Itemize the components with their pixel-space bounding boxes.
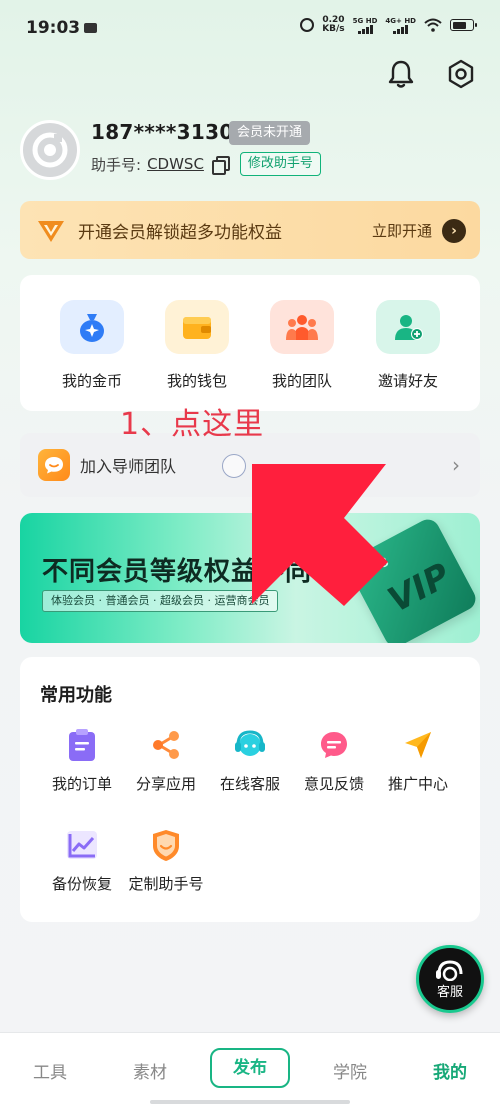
- nav-academy[interactable]: 学院: [310, 1058, 390, 1083]
- notification-icon: [84, 23, 97, 33]
- assistant-id: CDWSC: [147, 155, 204, 173]
- signal-bars-icon: [393, 24, 409, 34]
- bottom-nav: 工具 素材 发布 学院 我的: [0, 1032, 500, 1107]
- signal-4g: 4G+ HD: [385, 17, 416, 34]
- wallet-icon: [165, 300, 229, 354]
- service-label: 客服: [436, 984, 463, 1000]
- member-upgrade-banner[interactable]: 开通会员解锁超多功能权益 立即开通 ›: [20, 201, 480, 259]
- coin-bag-icon: [60, 300, 124, 354]
- nav-publish-button[interactable]: 发布: [210, 1048, 290, 1088]
- vip-diamond-icon: [38, 221, 64, 242]
- annotation-text: 1、点这里: [120, 407, 265, 442]
- bell-icon[interactable]: [385, 58, 417, 90]
- chevron-right-icon[interactable]: ›: [442, 219, 466, 243]
- order-icon: [64, 727, 100, 763]
- net-speed: 0.20 KB/s: [322, 16, 344, 34]
- invite-friend-icon: [376, 300, 440, 354]
- nav-mine[interactable]: 我的: [410, 1058, 490, 1083]
- customer-service-button[interactable]: 客服: [416, 945, 484, 1013]
- promo-subtitle: 体验会员 · 普通会员 · 超级会员 · 运营商会员: [42, 590, 279, 612]
- common-functions-title: 常用功能: [40, 685, 112, 706]
- home-indicator: [150, 1100, 350, 1104]
- modify-assistant-button[interactable]: 修改助手号: [239, 152, 321, 176]
- func-item-share[interactable]: 分享应用: [124, 727, 208, 794]
- member-status-badge: 会员未开通: [229, 121, 311, 145]
- alarm-icon: [300, 18, 315, 32]
- quick-item-invite[interactable]: 邀请好友: [358, 300, 458, 391]
- chevron-right-icon: ›: [452, 453, 460, 477]
- signal-5g: 5G HD: [352, 16, 378, 34]
- avatar-logo-icon: [32, 132, 68, 168]
- quick-item-coins[interactable]: 我的金币: [42, 300, 142, 391]
- battery-icon: [450, 19, 477, 31]
- copy-icon[interactable]: [211, 156, 230, 175]
- open-membership-link[interactable]: 立即开通: [372, 220, 432, 241]
- quick-label-invite: 邀请好友: [377, 372, 438, 390]
- func-label-feedback: 意见反馈: [303, 775, 364, 793]
- status-time: 19:03: [26, 18, 81, 38]
- headset-icon: [232, 727, 268, 763]
- func-item-online-service[interactable]: 在线客服: [208, 727, 292, 794]
- func-label-online-service: 在线客服: [219, 775, 280, 793]
- touch-indicator: [222, 454, 246, 478]
- signal-5g-label: 5G HD: [352, 16, 378, 25]
- func-label-custom-assistant: 定制助手号: [128, 875, 204, 893]
- team-icon: [270, 300, 334, 354]
- assistant-row: 助手号: CDWSC 修改助手号: [91, 152, 321, 176]
- banner-text: 开通会员解锁超多功能权益: [78, 222, 282, 243]
- chat-bubble-icon: [38, 449, 70, 481]
- quick-label-wallet: 我的钱包: [166, 372, 227, 390]
- nav-materials[interactable]: 素材: [110, 1058, 190, 1083]
- quick-label-coins: 我的金币: [61, 372, 122, 390]
- signal-4g-label: 4G+ HD: [385, 16, 416, 25]
- func-item-custom-assistant[interactable]: 定制助手号: [124, 827, 208, 894]
- settings-icon[interactable]: [445, 58, 477, 90]
- common-functions-card: 常用功能 我的订单 分享应用 在线客服 意见反馈 推广中心 备份恢复 定制助手号: [20, 657, 480, 922]
- quick-actions-card: 我的金币 我的钱包 我的团队 邀请好友: [20, 275, 480, 411]
- promotion-icon: [400, 727, 436, 763]
- wifi-icon: [424, 18, 442, 32]
- quick-item-wallet[interactable]: 我的钱包: [147, 300, 247, 391]
- feedback-icon: [316, 727, 352, 763]
- nav-tools[interactable]: 工具: [10, 1058, 90, 1083]
- func-label-promotion: 推广中心: [387, 775, 448, 793]
- quick-label-team: 我的团队: [271, 372, 332, 390]
- annotation-arrow-icon: [252, 464, 388, 606]
- quick-item-team[interactable]: 我的团队: [252, 300, 352, 391]
- func-item-backup[interactable]: 备份恢复: [40, 827, 124, 894]
- status-indicators: 0.20 KB/s 5G HD 4G+ HD: [300, 16, 477, 34]
- headset-icon: [436, 959, 463, 981]
- mentor-label: 加入导师团队: [80, 457, 177, 476]
- func-label-orders: 我的订单: [51, 775, 112, 793]
- assistant-label: 助手号:: [91, 155, 142, 174]
- func-item-promotion[interactable]: 推广中心: [376, 727, 460, 794]
- func-label-backup: 备份恢复: [51, 875, 112, 893]
- share-icon: [148, 727, 184, 763]
- func-label-share: 分享应用: [135, 775, 196, 793]
- custom-assistant-icon: [148, 827, 184, 863]
- func-item-orders[interactable]: 我的订单: [40, 727, 124, 794]
- avatar[interactable]: [20, 120, 80, 180]
- backup-chart-icon: [64, 827, 100, 863]
- net-speed-unit: KB/s: [322, 24, 345, 34]
- func-item-feedback[interactable]: 意见反馈: [292, 727, 376, 794]
- user-phone: 187****3130: [91, 120, 234, 144]
- signal-bars-icon: [357, 24, 373, 34]
